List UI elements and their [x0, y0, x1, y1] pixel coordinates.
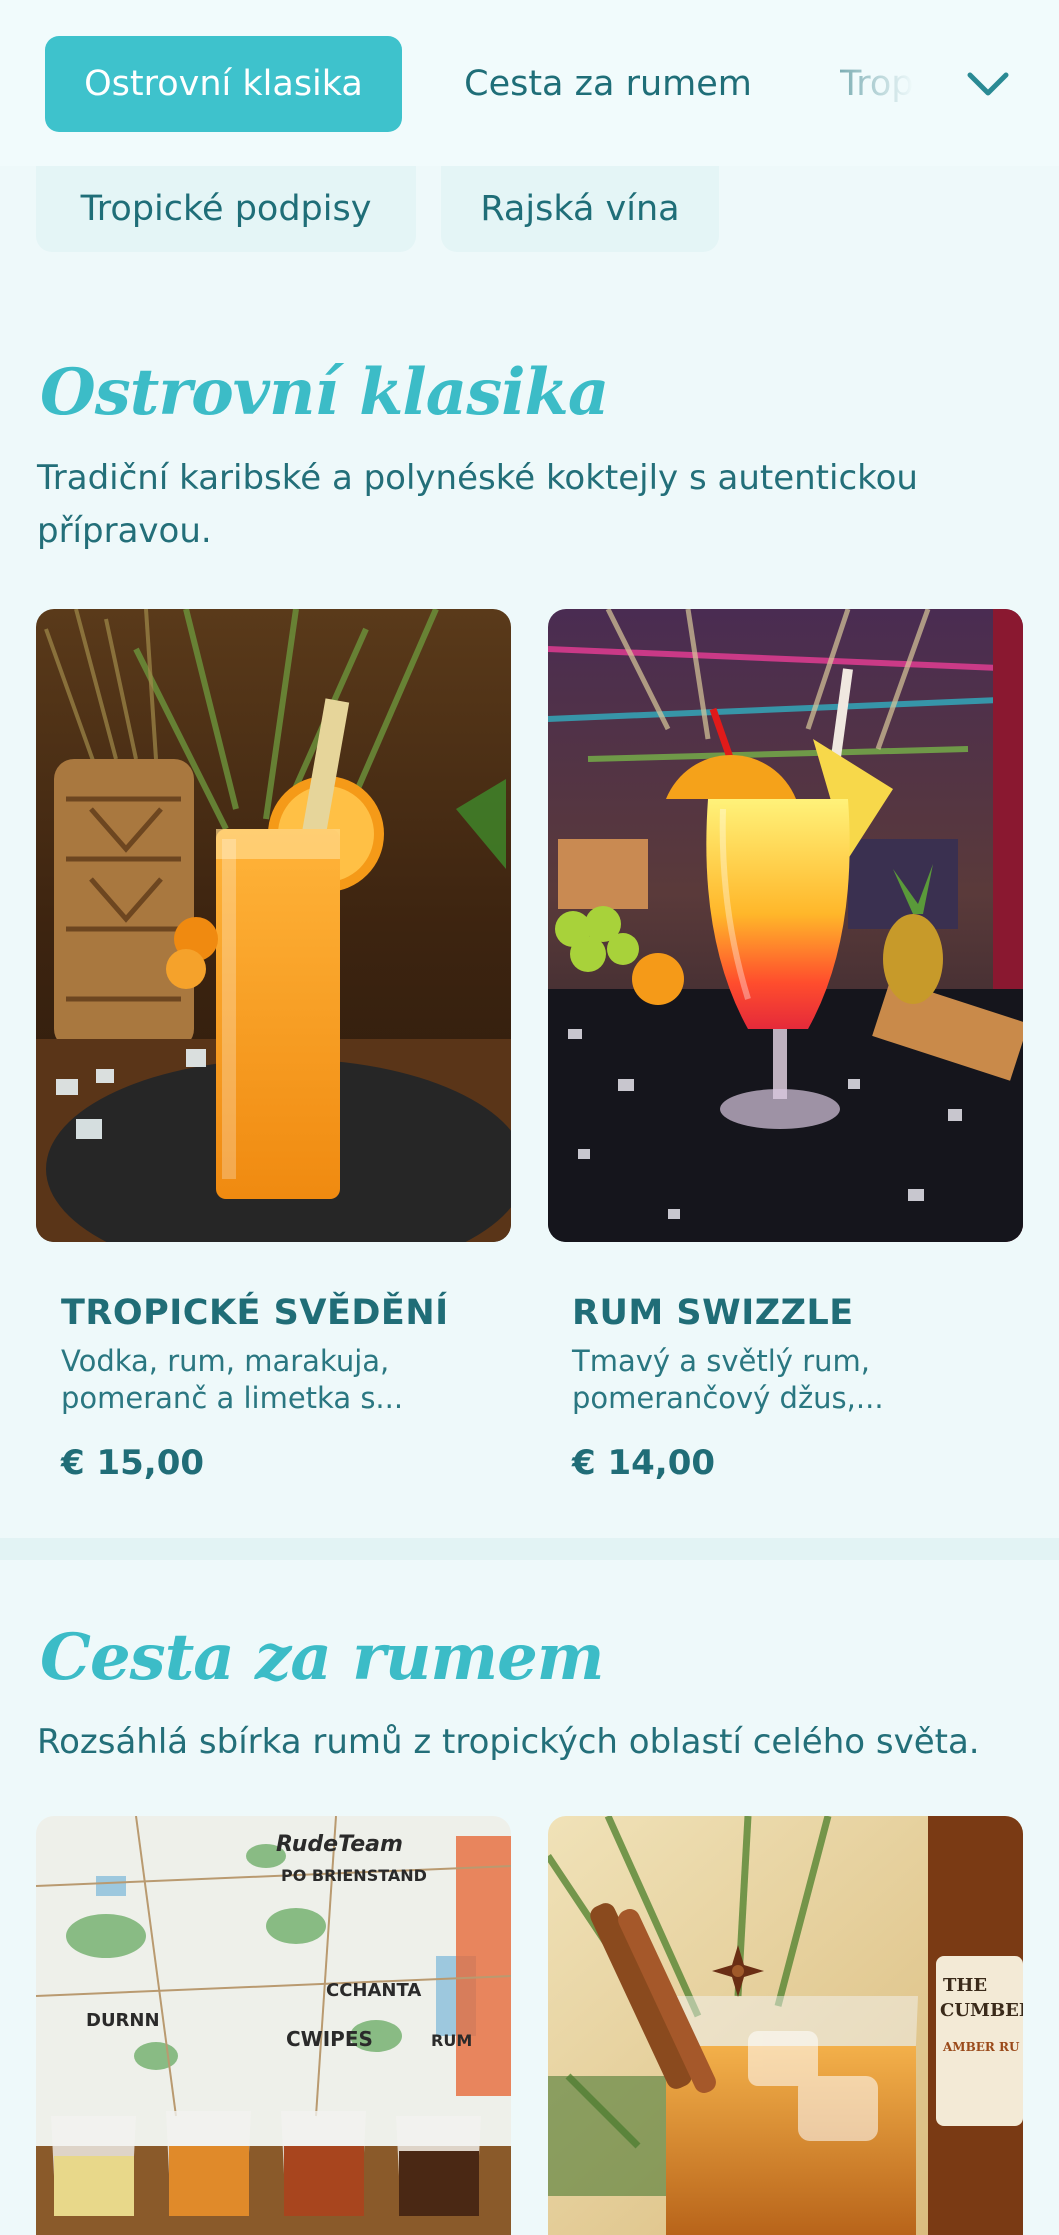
drink-name[interactable]: RUM SWIZZLE [572, 1293, 854, 1333]
drink-price: € 14,00 [572, 1443, 716, 1483]
image-text: DURNN [86, 2010, 160, 2031]
image-text: AMBER RU [942, 2040, 1020, 2054]
section-title: Ostrovní klasika [40, 355, 609, 430]
drink-image-rum-swizzle[interactable] [548, 609, 1023, 1242]
chip-rajska-vina[interactable]: Rajská vína [441, 166, 719, 252]
tab-ostrovni-klasika[interactable]: Ostrovní klasika [45, 36, 402, 132]
image-text: PO BRIENSTAND [281, 1866, 427, 1885]
menu-page: Ostrovní klasika Cesta za rumem Trop Tro… [0, 0, 1059, 2235]
drink-image-rum-old-fashioned[interactable]: THE CUMBERO AMBER RU [548, 1816, 1023, 2235]
tab-tropicke[interactable]: Trop [840, 36, 940, 132]
image-text: RUM [431, 2031, 472, 2050]
chevron-down-icon[interactable] [964, 60, 1012, 108]
chip-label: Rajská vína [480, 189, 680, 229]
drink-description: Tmavý a světlý rum, pomerančový džus,... [572, 1344, 884, 1415]
tab-label: Cesta za rumem [464, 64, 752, 104]
category-bar: Ostrovní klasika Cesta za rumem Trop [0, 0, 1059, 166]
section-divider [0, 1538, 1059, 1560]
image-text: CUMBERO [940, 2000, 1023, 2021]
tab-cesta-za-rumem[interactable]: Cesta za rumem [448, 36, 768, 132]
tab-label: Ostrovní klasika [84, 64, 363, 104]
drink-price: € 15,00 [61, 1443, 205, 1483]
drink-image-rum-flight[interactable]: RudeTeam PO BRIENSTAND CCHANTA CWIPES DU… [36, 1816, 511, 2235]
image-text: RudeTeam [276, 1832, 403, 1857]
chip-tropicke-podpisy[interactable]: Tropické podpisy [36, 166, 416, 252]
drink-description: Vodka, rum, marakuja, pomeranč a limetka… [61, 1344, 404, 1415]
drink-image-tropicke-svedeni[interactable] [36, 609, 511, 1242]
chip-label: Tropické podpisy [80, 189, 372, 229]
image-text: CWIPES [286, 2027, 373, 2051]
image-text: CCHANTA [326, 1980, 421, 2001]
tab-label: Trop [840, 64, 914, 104]
section-description: Tradiční karibské a polynéské koktejly s… [37, 458, 918, 551]
section-description: Rozsáhlá sbírka rumů z tropických oblast… [37, 1722, 980, 1762]
section-title: Cesta za rumem [40, 1620, 604, 1695]
image-text: THE [943, 1975, 987, 1996]
drink-name[interactable]: TROPICKÉ SVĚDĚNÍ [61, 1293, 449, 1333]
